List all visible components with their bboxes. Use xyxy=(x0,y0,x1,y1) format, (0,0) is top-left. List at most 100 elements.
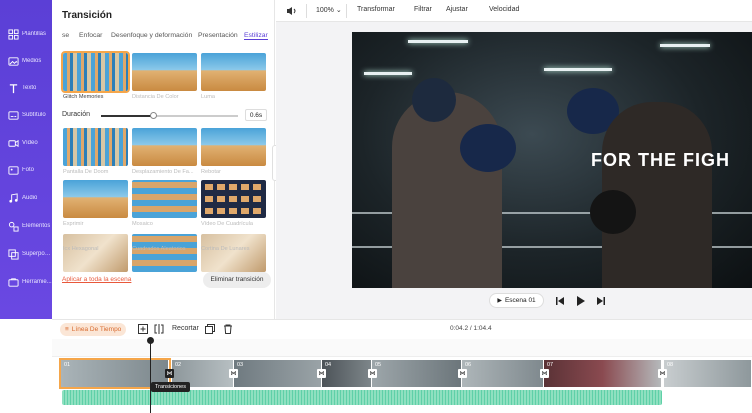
duration-slider-handle[interactable] xyxy=(149,112,157,119)
ceiling-light xyxy=(364,72,412,75)
transition-thumb-polka-curtain[interactable] xyxy=(201,234,266,272)
photo-icon xyxy=(8,165,19,175)
zoom-value: 100% xyxy=(316,7,334,14)
transition-marker[interactable]: ⋈ xyxy=(317,369,326,378)
sidebar-item-photo[interactable]: Foto xyxy=(0,157,52,183)
tab-se[interactable]: se xyxy=(62,32,69,39)
transition-thumb-glitch-memories[interactable] xyxy=(61,51,130,93)
transitions-tooltip: Transiciones xyxy=(151,382,190,392)
next-icon[interactable] xyxy=(595,295,607,307)
transition-thumb-grid-video[interactable] xyxy=(201,180,266,218)
transition-thumb-squeeze[interactable] xyxy=(63,180,128,218)
trash-icon[interactable] xyxy=(223,324,233,334)
tab-presentation[interactable]: Presentación xyxy=(198,32,238,39)
transition-marker[interactable]: ⋈ xyxy=(658,369,667,378)
transition-marker-active[interactable]: ⋈ xyxy=(165,369,174,378)
transition-thumb-color-distance[interactable] xyxy=(132,53,197,91)
transition-thumb-random-squares[interactable] xyxy=(132,234,197,272)
ceiling-light xyxy=(408,40,468,43)
text-icon xyxy=(9,83,18,93)
boxing-glove xyxy=(590,190,636,234)
previous-icon[interactable] xyxy=(554,295,566,307)
add-clip-icon[interactable] xyxy=(138,324,148,334)
sidebar-item-label: Foto xyxy=(22,167,35,173)
audio-waveform[interactable] xyxy=(62,390,662,405)
duration-value[interactable]: 0.6s xyxy=(245,109,267,121)
transition-marker[interactable]: ⋈ xyxy=(229,369,238,378)
boxer-left xyxy=(392,92,502,288)
tab-stylize[interactable]: Estilizar xyxy=(244,32,268,40)
transition-marker[interactable]: ⋈ xyxy=(540,369,549,378)
sidebar-item-video[interactable]: Vídeo xyxy=(0,130,52,156)
tools-icon xyxy=(8,277,19,287)
sidebar-item-label: Subtítulo xyxy=(22,112,46,118)
transition-thumb-mosaic[interactable] xyxy=(132,180,197,218)
transition-label: Mosaico xyxy=(132,221,153,227)
ceiling-light xyxy=(544,68,612,71)
sidebar-item-text[interactable]: Texto xyxy=(0,75,52,101)
panel-title: Transición xyxy=(62,10,113,21)
scene-selector[interactable]: ▶ Escena 01 xyxy=(489,293,544,308)
elements-icon xyxy=(8,221,19,232)
zoom-select[interactable]: 100% ⌄ xyxy=(316,6,342,14)
transition-marker[interactable]: ⋈ xyxy=(368,369,377,378)
transition-label: Cuadrados Aleatorios xyxy=(132,246,186,252)
speed-button[interactable]: Velocidad xyxy=(489,6,519,13)
sidebar-item-label: Plantillas xyxy=(22,31,47,37)
duplicate-icon[interactable] xyxy=(205,324,215,334)
clip-number: 07 xyxy=(547,362,554,368)
clip-05[interactable]: 05 xyxy=(372,360,462,387)
duration-slider[interactable] xyxy=(101,112,238,119)
toolbar-divider xyxy=(346,4,347,18)
clip-08[interactable]: 08 xyxy=(664,360,752,387)
play-icon[interactable] xyxy=(574,295,586,307)
playhead[interactable] xyxy=(150,339,151,413)
clip-03[interactable]: 03 xyxy=(234,360,322,387)
volume-icon[interactable] xyxy=(286,6,297,16)
filter-button[interactable]: Filtrar xyxy=(414,6,432,13)
timeline-mode-button[interactable]: ≡ Línea De Tiempo xyxy=(60,323,127,336)
sidebar-item-label: Audio xyxy=(22,195,38,201)
subtitle-icon xyxy=(8,110,19,120)
video-icon xyxy=(8,139,19,147)
transition-label: Luma xyxy=(201,94,215,100)
editor-toolbar: 100% ⌄ Transformar Filtrar Ajustar Veloc… xyxy=(276,0,752,22)
apply-to-all-link[interactable]: Aplicar a toda la escena xyxy=(62,276,131,283)
sidebar-item-audio[interactable]: Audio xyxy=(0,185,52,211)
clip-07[interactable]: 07 xyxy=(544,360,662,387)
sidebar-item-media[interactable]: Medios xyxy=(0,48,52,74)
timeline-ruler[interactable] xyxy=(52,339,752,357)
sidebar-item-tools[interactable]: Herramie... xyxy=(0,269,52,295)
sidebar-item-overlay[interactable]: Superposi... xyxy=(0,241,52,267)
timecode: 0:04.2 / 1:04.4 xyxy=(450,325,492,332)
transition-thumb-hexagonal[interactable] xyxy=(63,234,128,272)
transition-label: Pantalla De Doom xyxy=(63,169,109,175)
remove-transition-button[interactable]: Eliminar transición xyxy=(203,272,271,288)
transition-thumb-fade-shift[interactable] xyxy=(132,128,197,166)
video-preview[interactable]: FOR THE FIGH xyxy=(352,32,752,288)
crop-button[interactable]: Recortar xyxy=(172,325,199,332)
transition-marker[interactable]: ⋈ xyxy=(458,369,467,378)
split-icon[interactable] xyxy=(154,324,164,334)
transition-thumb-doom-screen[interactable] xyxy=(63,128,128,166)
sidebar-item-label: Vídeo xyxy=(22,140,38,146)
sidebar-item-subtitle[interactable]: Subtítulo xyxy=(0,102,52,128)
sidebar: Plantillas Medios Texto Subtítulo Vídeo … xyxy=(0,0,52,319)
sidebar-item-elements[interactable]: Elementos xyxy=(0,213,52,239)
adjust-button[interactable]: Ajustar xyxy=(446,6,468,13)
clip-number: 01 xyxy=(64,362,71,368)
sidebar-item-templates[interactable]: Plantillas xyxy=(0,21,52,47)
transition-thumb-bounce[interactable] xyxy=(201,128,266,166)
clip-04[interactable]: 04 xyxy=(322,360,372,387)
audio-icon xyxy=(9,192,18,203)
duration-slider-fill xyxy=(101,115,154,117)
duration-label: Duración xyxy=(62,111,91,118)
clip-number: 03 xyxy=(237,362,244,368)
transition-thumb-luma[interactable] xyxy=(201,53,266,91)
video-overlay-text[interactable]: FOR THE FIGH xyxy=(591,150,730,171)
clip-06[interactable]: 06 xyxy=(462,360,544,387)
tab-focus[interactable]: Enfocar xyxy=(79,32,102,39)
tab-blur-distort[interactable]: Desenfoque y deformación xyxy=(111,32,192,39)
transform-button[interactable]: Transformar xyxy=(357,6,395,13)
playhead-handle[interactable] xyxy=(147,337,154,344)
